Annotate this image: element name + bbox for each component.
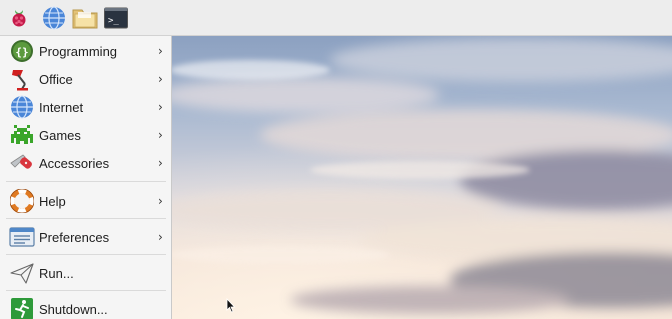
menu-item-label: Shutdown... [39, 301, 108, 317]
preferences-icon [9, 224, 35, 250]
raspberry-pi-menu-icon [8, 7, 30, 29]
menu-separator [6, 181, 166, 182]
menu-item-label: Internet [39, 99, 84, 115]
submenu-arrow-icon: › [158, 194, 163, 208]
terminal-glyph: >_ [108, 16, 119, 26]
web-browser-button[interactable] [41, 5, 67, 31]
menu-item-label: Programming [39, 43, 118, 59]
menu-item-label: Office [39, 71, 73, 87]
file-manager-folder-icon [72, 6, 98, 30]
taskbar: >_ [0, 0, 672, 36]
terminal-icon: >_ [104, 7, 128, 29]
menu-separator [6, 290, 166, 291]
accessories-knife-icon [9, 150, 35, 176]
menu-item-label: Games [39, 127, 81, 143]
menu-separator [6, 254, 166, 255]
mouse-cursor-icon [226, 298, 236, 313]
office-lamp-icon [9, 66, 35, 92]
submenu-arrow-icon: › [158, 100, 163, 114]
menu-item-label: Run... [39, 265, 74, 281]
menu-item-label: Preferences [39, 229, 110, 245]
raspberry-pi-menu-button[interactable] [6, 5, 32, 31]
file-manager-button[interactable] [72, 5, 98, 31]
terminal-button[interactable]: >_ [103, 5, 129, 31]
shutdown-running-man-icon [9, 296, 35, 319]
games-invader-icon [9, 122, 35, 148]
menu-item-preferences[interactable]: Preferences › [0, 223, 171, 251]
submenu-arrow-icon: › [158, 128, 163, 142]
submenu-arrow-icon: › [158, 230, 163, 244]
menu-item-games[interactable]: Games › [0, 121, 171, 149]
submenu-arrow-icon: › [158, 156, 163, 170]
programming-icon: {} [9, 38, 35, 64]
menu-item-shutdown[interactable]: Shutdown... [0, 295, 171, 319]
run-paper-plane-icon [9, 260, 35, 286]
menu-item-help[interactable]: Help › [0, 187, 171, 215]
menu-item-label: Accessories [39, 155, 110, 171]
menu-separator [6, 218, 166, 219]
menu-item-accessories[interactable]: Accessories › [0, 149, 171, 177]
help-lifebuoy-icon [9, 188, 35, 214]
menu-item-programming[interactable]: {} Programming › [0, 37, 171, 65]
svg-text:{}: {} [15, 46, 28, 59]
menu-item-label: Help [39, 193, 66, 209]
menu-item-office[interactable]: Office › [0, 65, 171, 93]
web-browser-globe-icon [42, 6, 66, 30]
internet-globe-icon [9, 94, 35, 120]
menu-item-run[interactable]: Run... [0, 259, 171, 287]
submenu-arrow-icon: › [158, 44, 163, 58]
submenu-arrow-icon: › [158, 72, 163, 86]
applications-menu: {} Programming › Office › Internet › Gam… [0, 36, 172, 319]
desktop-screen: >_ {} Programming › Office › Internet › … [0, 0, 672, 319]
menu-item-internet[interactable]: Internet › [0, 93, 171, 121]
